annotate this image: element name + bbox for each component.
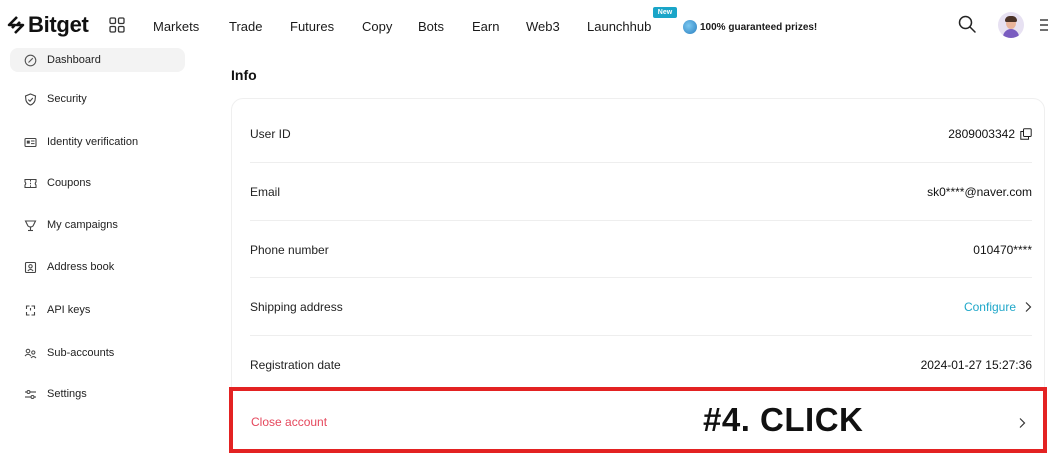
- new-badge: New: [653, 7, 677, 18]
- nav-trade[interactable]: Trade: [229, 19, 262, 34]
- sidebar-item-label: API keys: [47, 304, 91, 316]
- address-book-icon: [24, 261, 37, 273]
- promo-link[interactable]: 100% guaranteed prizes!: [683, 20, 817, 34]
- avatar-body: [1003, 29, 1019, 38]
- sidebar-item-identity-verification[interactable]: Identity verification: [10, 131, 185, 153]
- prize-drop-icon: [683, 20, 697, 34]
- sidebar-item-label: Identity verification: [47, 136, 139, 148]
- copy-icon[interactable]: [1020, 127, 1032, 140]
- user-avatar[interactable]: [998, 12, 1024, 38]
- apps-grid-icon[interactable]: [108, 16, 126, 34]
- bitget-logo-icon: [7, 16, 25, 34]
- nav-bots[interactable]: Bots: [418, 19, 444, 34]
- account-sidebar: Dashboard Security Identity verification…: [0, 48, 195, 453]
- sidebar-item-settings[interactable]: Settings: [10, 383, 185, 405]
- user-id-label: User ID: [250, 126, 291, 141]
- click-annotation: #4. CLICK: [703, 401, 864, 438]
- sidebar-item-api-keys[interactable]: API keys: [10, 299, 185, 321]
- highlight-box: [229, 387, 1047, 453]
- nav-earn[interactable]: Earn: [472, 19, 499, 34]
- sidebar-item-address-book[interactable]: Address book: [10, 256, 185, 278]
- sidebar-item-label: Coupons: [47, 177, 92, 189]
- info-row-phone: Phone number 010470****: [250, 221, 1032, 278]
- phone-label: Phone number: [250, 242, 329, 257]
- sidebar-item-label: Sub-accounts: [47, 347, 115, 359]
- coupon-icon: [24, 178, 37, 188]
- sidebar-item-label: Dashboard: [47, 54, 101, 66]
- chevron-right-icon: [1025, 301, 1032, 312]
- avatar-hair: [1005, 16, 1017, 22]
- dashboard-icon: [24, 54, 37, 66]
- nav-markets[interactable]: Markets: [153, 19, 199, 34]
- search-icon[interactable]: [957, 14, 977, 34]
- email-value: sk0****@naver.com: [927, 184, 1032, 199]
- api-key-icon: [25, 304, 36, 316]
- sidebar-item-dashboard[interactable]: Dashboard: [10, 48, 185, 72]
- registration-date-value: 2024-01-27 15:27:36: [920, 357, 1032, 372]
- page-title: Info: [231, 67, 257, 83]
- registration-date-label: Registration date: [250, 357, 341, 372]
- user-id-value: 2809003342: [948, 126, 1015, 141]
- brand-name: Bitget: [28, 12, 89, 37]
- bitget-logo[interactable]: Bitget: [6, 12, 89, 38]
- settings-sliders-icon: [25, 389, 36, 399]
- info-row-registration-date: Registration date 2024-01-27 15:27:36: [250, 336, 1032, 393]
- info-row-user-id: User ID 2809003342: [250, 105, 1032, 162]
- nav-copy[interactable]: Copy: [362, 19, 392, 34]
- nav-web3[interactable]: Web3: [526, 19, 560, 34]
- sidebar-item-sub-accounts[interactable]: Sub-accounts: [10, 342, 185, 364]
- nav-futures[interactable]: Futures: [290, 19, 334, 34]
- promo-text: 100% guaranteed prizes!: [700, 21, 818, 33]
- sidebar-item-security[interactable]: Security: [10, 88, 185, 110]
- trophy-icon: [24, 219, 37, 231]
- configure-label: Configure: [963, 299, 1016, 314]
- info-row-email: Email sk0****@naver.com: [250, 163, 1032, 220]
- sidebar-item-coupons[interactable]: Coupons: [10, 172, 185, 194]
- shield-icon: [24, 92, 37, 106]
- user-id-value-group: 2809003342: [948, 127, 1032, 141]
- sub-accounts-icon: [24, 348, 37, 358]
- menu-icon[interactable]: [1038, 17, 1048, 33]
- phone-value: 010470****: [973, 242, 1032, 257]
- sidebar-item-label: Address book: [47, 261, 115, 273]
- sidebar-item-label: My campaigns: [47, 219, 118, 231]
- configure-shipping-link[interactable]: Configure: [964, 300, 1032, 314]
- shipping-address-label: Shipping address: [250, 299, 343, 314]
- nav-launchhub[interactable]: Launchhub: [587, 19, 651, 34]
- top-navigation: Bitget Markets Trade Futures Copy Bots E…: [0, 0, 1048, 50]
- sidebar-item-label: Settings: [47, 388, 87, 400]
- email-label: Email: [250, 184, 281, 199]
- sidebar-item-my-campaigns[interactable]: My campaigns: [10, 214, 185, 236]
- sidebar-item-label: Security: [47, 93, 87, 105]
- info-row-shipping-address: Shipping address Configure: [250, 278, 1032, 335]
- id-card-icon: [24, 137, 37, 147]
